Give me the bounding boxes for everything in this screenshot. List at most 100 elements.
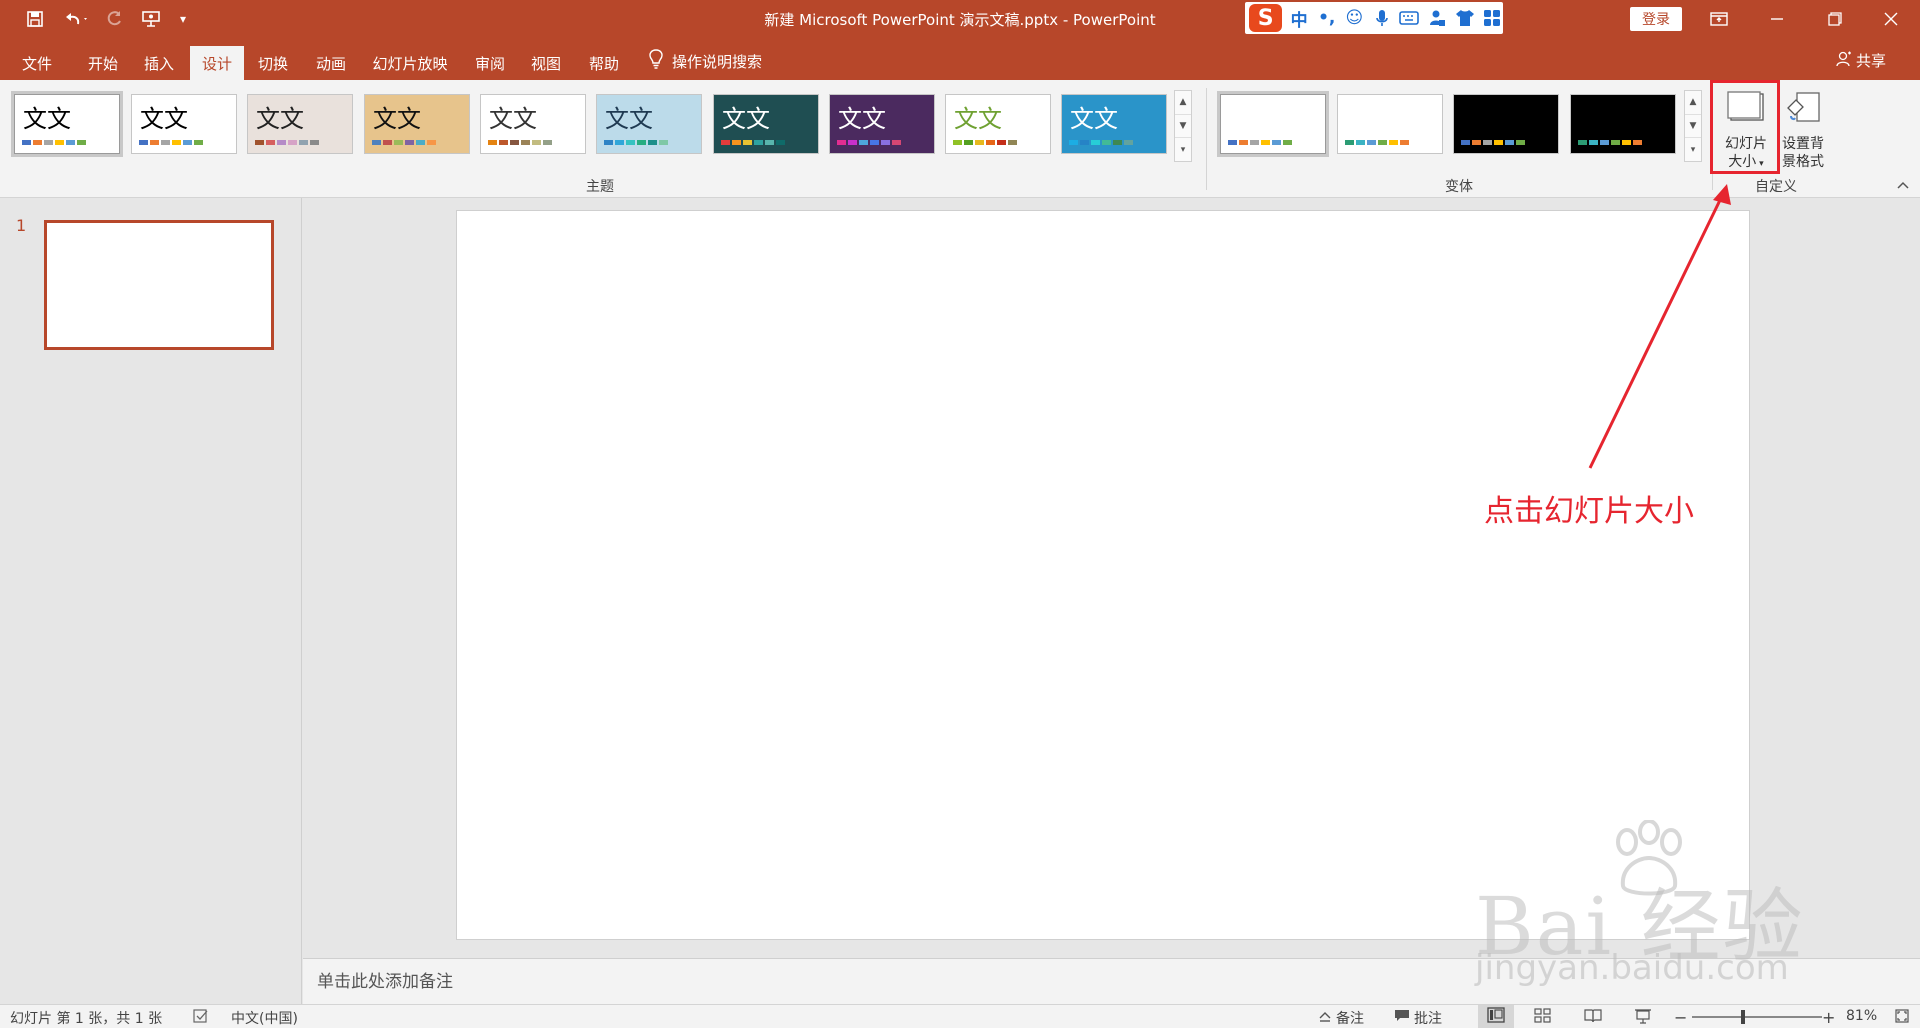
tab-review[interactable]: 审阅 bbox=[462, 46, 518, 80]
color-swatch bbox=[22, 140, 31, 145]
redo-icon[interactable] bbox=[102, 6, 126, 32]
user-icon[interactable] bbox=[1426, 7, 1448, 29]
color-swatch bbox=[1069, 140, 1078, 145]
color-swatch bbox=[1250, 140, 1259, 145]
more-themes-icon[interactable]: ▾ bbox=[1175, 138, 1191, 161]
variant-thumbnail[interactable] bbox=[1570, 94, 1676, 154]
theme-thumbnail[interactable]: 文文 bbox=[596, 94, 702, 154]
tell-me-search[interactable]: 操作说明搜索 bbox=[648, 46, 762, 76]
theme-sample-text: 文文 bbox=[954, 105, 1002, 133]
spelling-check-icon[interactable] bbox=[192, 1008, 210, 1024]
save-icon[interactable] bbox=[22, 6, 48, 32]
close-icon[interactable] bbox=[1862, 0, 1920, 38]
color-swatch bbox=[881, 140, 890, 145]
ime-punctuation-icon[interactable]: •, bbox=[1316, 7, 1338, 29]
format-background-button[interactable]: 设置背 景格式 bbox=[1778, 88, 1828, 172]
tab-view[interactable]: 视图 bbox=[518, 46, 574, 80]
comments-toggle[interactable]: 批注 bbox=[1394, 1008, 1442, 1028]
color-swatch bbox=[659, 140, 668, 145]
color-swatch bbox=[543, 140, 552, 145]
ime-mode-chinese[interactable]: 中 bbox=[1288, 7, 1310, 31]
share-button[interactable]: 共享 bbox=[1836, 50, 1886, 71]
slide-thumbnail[interactable] bbox=[44, 220, 274, 350]
sogou-logo-icon[interactable]: S bbox=[1249, 4, 1283, 32]
reading-view-icon[interactable] bbox=[1584, 1008, 1602, 1024]
emoji-icon[interactable]: ☺ bbox=[1344, 7, 1366, 29]
language[interactable]: 中文(中国) bbox=[231, 1008, 298, 1028]
dropdown-icon: ▾ bbox=[1756, 159, 1764, 169]
scroll-down-icon[interactable]: ▼ bbox=[1685, 115, 1701, 139]
minimize-icon[interactable] bbox=[1748, 0, 1806, 38]
color-swatch bbox=[1228, 140, 1237, 145]
color-swatch bbox=[33, 140, 42, 145]
presentation-icon[interactable] bbox=[138, 6, 166, 32]
theme-thumbnail[interactable]: 文文 bbox=[829, 94, 935, 154]
slide-size-icon bbox=[1726, 90, 1766, 131]
tab-help[interactable]: 帮助 bbox=[576, 46, 632, 80]
format-background-icon bbox=[1785, 90, 1821, 131]
ribbon-display-options-icon[interactable] bbox=[1690, 0, 1748, 38]
theme-thumbnail[interactable]: 文文 bbox=[713, 94, 819, 154]
theme-thumbnail[interactable]: 文文 bbox=[247, 94, 353, 154]
theme-thumbnail[interactable]: 文文 bbox=[945, 94, 1051, 154]
microphone-icon[interactable] bbox=[1371, 7, 1393, 29]
scroll-up-icon[interactable]: ▲ bbox=[1685, 91, 1701, 115]
variant-thumbnail[interactable] bbox=[1217, 91, 1329, 157]
theme-thumbnail[interactable]: 文文 bbox=[11, 91, 123, 157]
color-swatch bbox=[837, 140, 846, 145]
color-swatch bbox=[44, 140, 53, 145]
themes-scroll[interactable]: ▲ ▼ ▾ bbox=[1174, 90, 1192, 162]
notes-toggle[interactable]: 备注 bbox=[1318, 1008, 1364, 1028]
fit-to-window-icon[interactable] bbox=[1894, 1008, 1910, 1024]
scroll-up-icon[interactable]: ▲ bbox=[1175, 91, 1191, 115]
notes-placeholder[interactable]: 单击此处添加备注 bbox=[317, 967, 453, 992]
tab-insert[interactable]: 插入 bbox=[132, 46, 186, 80]
normal-view-button[interactable] bbox=[1478, 1005, 1514, 1028]
slide-canvas[interactable] bbox=[456, 210, 1750, 940]
variant-thumbnail[interactable] bbox=[1453, 94, 1559, 154]
annotation-text: 点击幻灯片大小 bbox=[1484, 494, 1694, 529]
undo-icon[interactable] bbox=[58, 6, 94, 32]
color-swatch bbox=[1472, 140, 1481, 145]
variant-thumbnail[interactable] bbox=[1337, 94, 1443, 154]
collapse-ribbon-icon[interactable] bbox=[1896, 178, 1910, 194]
tab-home[interactable]: 开始 bbox=[76, 46, 130, 80]
skin-shirt-icon[interactable] bbox=[1454, 7, 1476, 29]
tab-design[interactable]: 设计 bbox=[190, 46, 244, 80]
color-swatch bbox=[1008, 140, 1017, 145]
more-variants-icon[interactable]: ▾ bbox=[1685, 138, 1701, 161]
login-button[interactable]: 登录 bbox=[1630, 7, 1682, 31]
slide-sorter-view-icon[interactable] bbox=[1534, 1008, 1552, 1024]
zoom-slider[interactable] bbox=[1692, 1010, 1822, 1024]
zoom-level[interactable]: 81% bbox=[1846, 1008, 1877, 1024]
theme-thumbnail[interactable]: 文文 bbox=[364, 94, 470, 154]
color-swatch bbox=[1494, 140, 1503, 145]
keyboard-icon[interactable] bbox=[1399, 7, 1421, 29]
scroll-down-icon[interactable]: ▼ bbox=[1175, 115, 1191, 139]
slideshow-view-icon[interactable] bbox=[1634, 1008, 1652, 1024]
color-swatch bbox=[892, 140, 901, 145]
theme-sample-text: 文文 bbox=[1070, 105, 1118, 133]
customize-group-label: 自定义 bbox=[1755, 179, 1797, 195]
theme-thumbnail[interactable]: 文文 bbox=[131, 94, 237, 154]
notes-label: 备注 bbox=[1336, 1011, 1364, 1027]
color-swatch bbox=[172, 140, 181, 145]
customize-quick-access-icon[interactable]: ▾ bbox=[176, 6, 190, 32]
restore-icon[interactable] bbox=[1806, 0, 1864, 38]
variants-scroll[interactable]: ▲ ▼ ▾ bbox=[1684, 90, 1702, 162]
tab-slide-show[interactable]: 幻灯片放映 bbox=[364, 46, 456, 80]
theme-thumbnail[interactable]: 文文 bbox=[480, 94, 586, 154]
theme-thumbnail[interactable]: 文文 bbox=[1061, 94, 1167, 154]
notes-icon bbox=[1318, 1010, 1332, 1026]
tab-animations[interactable]: 动画 bbox=[302, 46, 360, 80]
zoom-in-button[interactable]: + bbox=[1822, 1008, 1835, 1027]
notes-pane[interactable]: 单击此处添加备注 bbox=[303, 958, 1920, 1004]
toolbox-grid-icon[interactable] bbox=[1481, 7, 1503, 29]
tab-transitions[interactable]: 切换 bbox=[246, 46, 300, 80]
color-swatch bbox=[1461, 140, 1470, 145]
color-swatch bbox=[1239, 140, 1248, 145]
zoom-out-button[interactable]: − bbox=[1674, 1008, 1687, 1027]
tab-file[interactable]: 文件 bbox=[6, 46, 68, 80]
slide-size-button[interactable]: 幻灯片 大小 ▾ bbox=[1716, 88, 1776, 172]
zoom-slider-thumb[interactable] bbox=[1741, 1010, 1746, 1024]
